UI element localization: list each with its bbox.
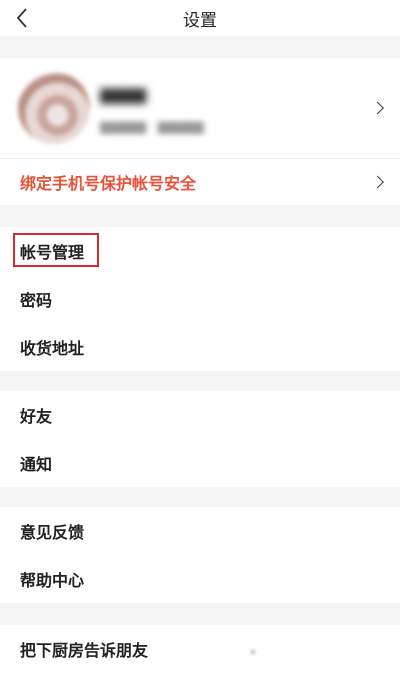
settings-item-label: 密码 bbox=[20, 291, 53, 310]
settings-item-shipping-address[interactable]: 收货地址 bbox=[0, 323, 400, 371]
settings-item-label: 好友 bbox=[20, 407, 53, 426]
settings-item-label: 把下厨房告诉朋友 bbox=[20, 641, 149, 660]
avatar bbox=[18, 72, 90, 144]
profile-subtitle: ▇▇▇▇▇ · ▇▇▇▇▇ bbox=[100, 120, 204, 134]
section-gap bbox=[0, 487, 400, 507]
settings-item-label: 收货地址 bbox=[20, 339, 85, 358]
settings-item-notifications[interactable]: 通知 bbox=[0, 439, 400, 487]
nav-header: 设置 bbox=[0, 0, 400, 36]
bind-phone-label: 绑定手机号保护帐号安全 bbox=[20, 174, 197, 193]
settings-item-password[interactable]: 密码 bbox=[0, 275, 400, 323]
settings-item-label: 通知 bbox=[20, 455, 53, 474]
bind-phone-row[interactable]: 绑定手机号保护帐号安全 bbox=[0, 159, 400, 205]
settings-item-label: 意见反馈 bbox=[20, 523, 85, 542]
page-title: 设置 bbox=[183, 11, 217, 31]
profile-name: ▇▇▇▇ bbox=[100, 86, 147, 104]
settings-item-label: 帮助中心 bbox=[20, 571, 85, 590]
chevron-right-icon bbox=[371, 175, 384, 189]
highlight-box bbox=[13, 233, 99, 267]
settings-item-feedback[interactable]: 意见反馈 bbox=[0, 507, 400, 555]
settings-item-share-app[interactable]: 把下厨房告诉朋友 bbox=[0, 625, 400, 681]
settings-item-help-center[interactable]: 帮助中心 bbox=[0, 555, 400, 603]
section-gap bbox=[0, 205, 400, 227]
section-gap bbox=[0, 36, 400, 58]
profile-card[interactable]: ▇▇▇▇ ▇▇▇▇▇ · ▇▇▇▇▇ bbox=[0, 58, 400, 158]
settings-item-friends[interactable]: 好友 bbox=[0, 391, 400, 439]
section-gap bbox=[0, 603, 400, 625]
chevron-right-icon bbox=[371, 101, 384, 115]
section-gap bbox=[0, 371, 400, 391]
settings-item-account-management[interactable]: 帐号管理 bbox=[0, 227, 400, 275]
share-dot-icon bbox=[250, 649, 256, 655]
